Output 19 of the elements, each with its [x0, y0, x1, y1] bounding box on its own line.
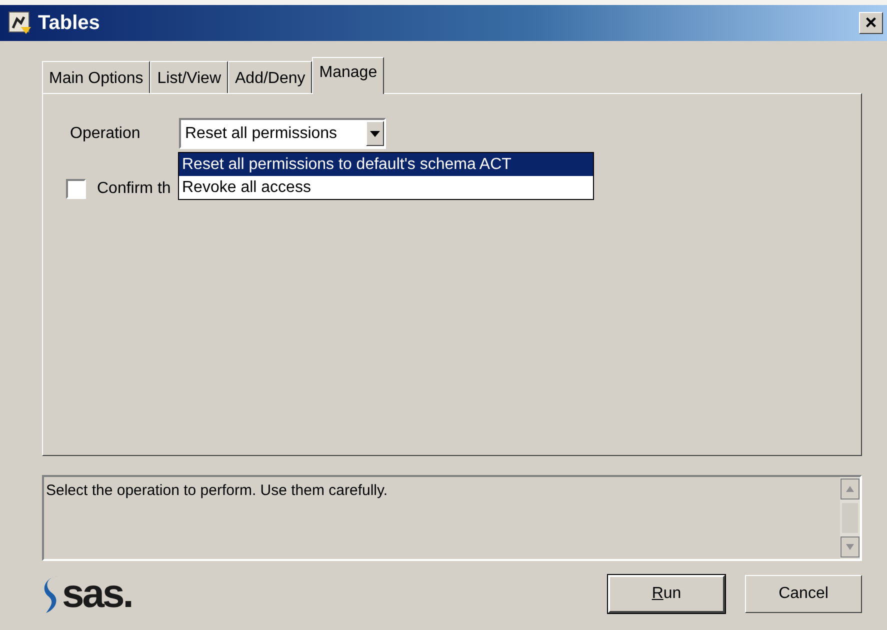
run-button[interactable]: Run: [608, 575, 725, 613]
close-button[interactable]: ×: [859, 12, 883, 34]
cancel-button[interactable]: Cancel: [745, 575, 862, 613]
logo-text: sas.: [62, 574, 132, 614]
tab[interactable]: Manage: [312, 57, 384, 94]
operation-dropdown[interactable]: Reset all permissions: [179, 118, 386, 149]
checkbox[interactable]: [66, 179, 86, 199]
operation-label: Operation: [70, 124, 142, 144]
window-title: Tables: [38, 11, 101, 36]
description-text: Select the operation to perform. Use them carefully.: [45, 481, 389, 501]
app-icon: [8, 11, 32, 35]
caret-icon: [370, 130, 380, 136]
scrollbar[interactable]: [840, 477, 860, 559]
checkbox-label: Confirm th: [97, 179, 171, 199]
tab[interactable]: Add/Deny: [228, 61, 312, 93]
dropdown-option[interactable]: Reset all permissions to default's schema ACT: [179, 153, 593, 176]
tab[interactable]: List/View: [150, 61, 228, 93]
tab[interactable]: Main Options: [42, 61, 150, 93]
dropdown-option[interactable]: Revoke all access: [179, 176, 593, 199]
